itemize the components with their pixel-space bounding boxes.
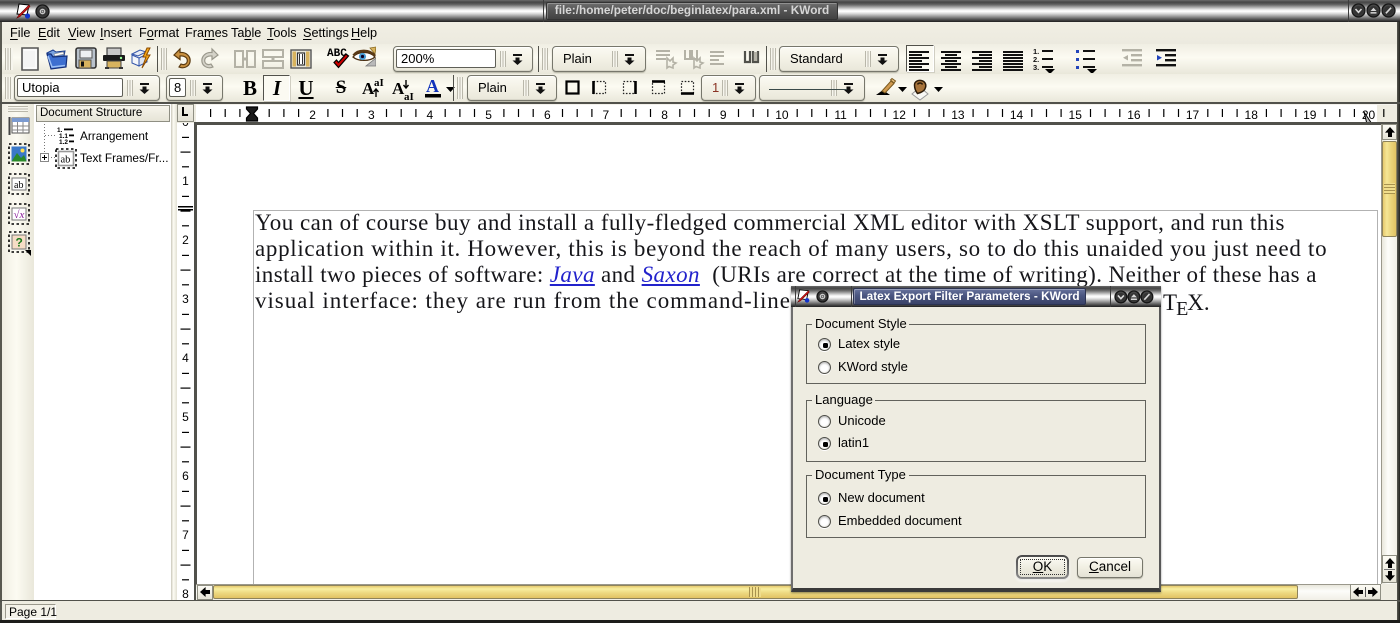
svg-text:13: 13	[951, 108, 965, 122]
svg-text:14: 14	[1010, 108, 1024, 122]
svg-text:5: 5	[182, 410, 189, 424]
svg-text:4: 4	[427, 108, 434, 122]
svg-text:8: 8	[661, 108, 668, 122]
svg-text:?: ?	[16, 236, 23, 250]
svg-text:9: 9	[720, 108, 727, 122]
svg-text:1: 1	[182, 174, 189, 188]
svg-text:8: 8	[182, 587, 189, 600]
svg-text:A: A	[426, 76, 439, 96]
svg-text:4: 4	[182, 351, 189, 365]
svg-text:11: 11	[834, 108, 847, 122]
svg-text:√x: √x	[14, 209, 25, 221]
svg-text:15: 15	[1069, 108, 1083, 122]
svg-text:5: 5	[485, 108, 492, 122]
svg-text:16: 16	[1127, 108, 1141, 122]
svg-text:3.: 3.	[1033, 63, 1039, 72]
svg-text:6: 6	[182, 469, 189, 483]
svg-text:aI: aI	[404, 91, 414, 102]
svg-text:19: 19	[1303, 108, 1317, 122]
svg-text:12: 12	[893, 108, 907, 122]
svg-text:6: 6	[544, 108, 551, 122]
svg-text:18: 18	[1245, 108, 1259, 122]
svg-text:10: 10	[775, 108, 789, 122]
svg-text:aI: aI	[374, 77, 384, 89]
svg-text:0: 0	[182, 123, 189, 129]
svg-text:ab: ab	[14, 180, 23, 191]
svg-text:3: 3	[182, 292, 189, 306]
svg-text:7: 7	[182, 528, 189, 542]
svg-text:ab: ab	[61, 155, 71, 166]
svg-text:17: 17	[1186, 108, 1200, 122]
svg-text:3: 3	[368, 108, 375, 122]
svg-text:1.2: 1.2	[59, 139, 68, 144]
svg-text:2: 2	[182, 233, 189, 247]
svg-text:7: 7	[603, 108, 610, 122]
svg-text:2: 2	[309, 108, 316, 122]
